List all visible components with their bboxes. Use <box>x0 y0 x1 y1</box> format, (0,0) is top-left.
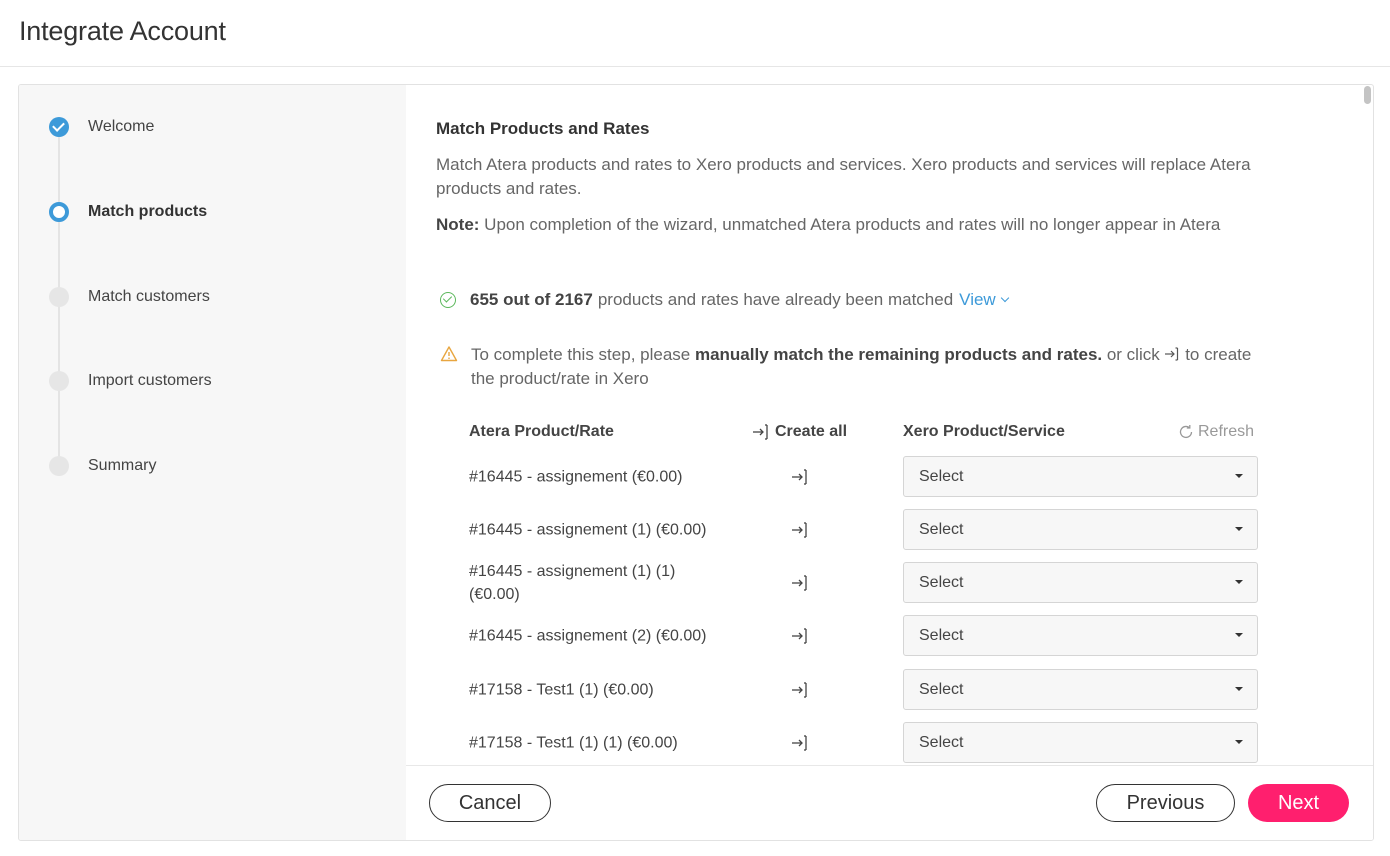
atera-product-name: #16445 - assignement (1) (€0.00) <box>469 521 707 539</box>
atera-product-name: #16445 - assignement (2) (€0.00) <box>469 627 707 645</box>
note-text: Upon completion of the wizard, unmatched… <box>479 215 1221 234</box>
atera-product-name: #16445 - assignement (€0.00) <box>469 468 683 486</box>
note-label: Note: <box>436 215 480 234</box>
create-all-label: Create all <box>775 423 848 440</box>
wizard-footer: Cancel Previous Next <box>406 765 1373 840</box>
table-row: #17158 - Test1 (1) (€0.00) Select <box>406 669 1373 711</box>
warning-bold: manually match the remaining products an… <box>694 345 1103 364</box>
table-row: #16445 - assignement (€0.00) Select <box>406 456 1373 498</box>
select-value: Select <box>919 468 964 485</box>
refresh-icon <box>1179 425 1193 439</box>
xero-product-select[interactable]: Select <box>903 562 1258 603</box>
success-check-icon <box>440 292 456 308</box>
page-title: Integrate Account <box>19 16 226 46</box>
create-product-icon[interactable] <box>790 467 810 487</box>
section-title: Match Products and Rates <box>436 119 650 138</box>
description: Match Atera products and rates to Xero p… <box>436 155 1251 198</box>
column-header-atera: Atera Product/Rate <box>469 423 614 440</box>
matched-text: products and rates have already been mat… <box>597 290 954 309</box>
main-content: Match Products and Rates Match Atera pro… <box>406 85 1373 765</box>
previous-button[interactable]: Previous <box>1096 784 1235 822</box>
select-value: Select <box>919 734 964 751</box>
refresh-label: Refresh <box>1198 423 1255 440</box>
warning-message: To complete this step, please manually m… <box>440 343 1270 391</box>
scrollbar-thumb[interactable] <box>1364 86 1371 104</box>
step-label: Match customers <box>88 288 210 305</box>
table-row: #16445 - assignement (1) (€0.00) Select <box>406 509 1373 551</box>
xero-product-select[interactable]: Select <box>903 509 1258 550</box>
warning-middle: or click <box>1102 345 1165 364</box>
caret-down-icon <box>1235 740 1243 744</box>
step-label: Summary <box>88 457 157 474</box>
caret-down-icon <box>1235 474 1243 478</box>
next-button[interactable]: Next <box>1248 784 1349 822</box>
refresh-button[interactable]: Refresh <box>1178 423 1254 441</box>
active-step-icon <box>49 202 69 222</box>
step-import-customers[interactable]: Import customers <box>49 371 212 391</box>
table-row: #16445 - assignement (1) (1) (€0.00) Sel… <box>406 562 1373 604</box>
note: Note: Upon completion of the wizard, unm… <box>436 213 1266 237</box>
caret-down-icon <box>1235 687 1243 691</box>
pending-step-icon <box>49 456 69 476</box>
step-label: Match products <box>88 203 208 220</box>
step-welcome[interactable]: Welcome <box>49 117 154 137</box>
create-product-icon[interactable] <box>790 680 810 700</box>
step-summary[interactable]: Summary <box>49 456 156 476</box>
xero-product-select[interactable]: Select <box>903 669 1258 710</box>
cancel-button[interactable]: Cancel <box>429 784 551 822</box>
caret-down-icon <box>1235 580 1243 584</box>
check-circle-icon <box>49 117 69 137</box>
pending-step-icon <box>49 287 69 307</box>
select-value: Select <box>919 681 964 698</box>
caret-down-icon <box>1235 527 1243 531</box>
warning-prefix: To complete this step, please <box>471 345 695 364</box>
create-product-icon[interactable] <box>790 520 810 540</box>
page-header: Integrate Account <box>0 0 1390 67</box>
create-product-icon[interactable] <box>790 573 810 593</box>
atera-product-name: #17158 - Test1 (1) (€0.00) <box>469 681 654 699</box>
select-value: Select <box>919 521 964 538</box>
wizard-card: Welcome Match products Match customers I… <box>18 84 1374 841</box>
pending-step-icon <box>49 371 69 391</box>
create-product-icon[interactable] <box>790 733 810 753</box>
matched-count: 655 out of 2167 <box>470 290 593 309</box>
wizard-steps-sidebar: Welcome Match products Match customers I… <box>19 85 406 840</box>
select-value: Select <box>919 574 964 591</box>
xero-product-select[interactable]: Select <box>903 615 1258 656</box>
step-match-customers[interactable]: Match customers <box>49 287 210 307</box>
chevron-down-icon <box>1000 293 1009 303</box>
enter-arrow-icon <box>1165 347 1179 361</box>
step-label: Import customers <box>88 372 212 389</box>
warning-icon <box>440 346 458 362</box>
view-label: View <box>959 290 996 309</box>
atera-product-name: #17158 - Test1 (1) (1) (€0.00) <box>469 734 678 752</box>
enter-arrow-icon <box>753 424 768 440</box>
create-all-button[interactable]: Create all <box>752 423 847 441</box>
select-value: Select <box>919 627 964 644</box>
create-product-icon[interactable] <box>790 626 810 646</box>
step-label: Welcome <box>88 118 155 135</box>
xero-product-select[interactable]: Select <box>903 456 1258 497</box>
atera-product-name: #16445 - assignement (1) (1) (€0.00) <box>469 563 676 603</box>
column-header-xero: Xero Product/Service <box>903 423 1065 440</box>
caret-down-icon <box>1235 633 1243 637</box>
warning-text: To complete this step, please manually m… <box>471 343 1270 391</box>
table-row: #17158 - Test1 (1) (1) (€0.00) Select <box>406 722 1373 764</box>
table-row: #16445 - assignement (2) (€0.00) Select <box>406 615 1373 657</box>
view-link[interactable]: View <box>959 290 1009 310</box>
matched-info: 655 out of 2167 products and rates have … <box>440 290 1009 310</box>
xero-product-select[interactable]: Select <box>903 722 1258 763</box>
step-match-products[interactable]: Match products <box>49 202 207 222</box>
